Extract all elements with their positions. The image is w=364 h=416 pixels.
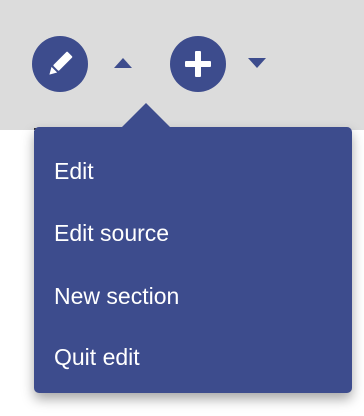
caret-down-icon[interactable]: [246, 56, 268, 70]
menu-item-edit[interactable]: Edit: [54, 151, 94, 191]
menu-item-edit-source[interactable]: Edit source: [54, 213, 169, 253]
edit-dropdown-menu: Edit Edit source New section Quit edit: [34, 103, 352, 393]
plus-icon: [185, 51, 211, 77]
caret-up-icon[interactable]: [112, 56, 134, 70]
menu-item-new-section[interactable]: New section: [54, 276, 179, 316]
add-menu-button[interactable]: [170, 36, 226, 92]
editing-toolbar: [0, 0, 364, 130]
edit-menu-button[interactable]: [32, 36, 88, 92]
menu-item-quit-edit[interactable]: Quit edit: [54, 337, 140, 377]
pencil-icon: [49, 51, 73, 75]
menu-pointer: [122, 103, 170, 127]
